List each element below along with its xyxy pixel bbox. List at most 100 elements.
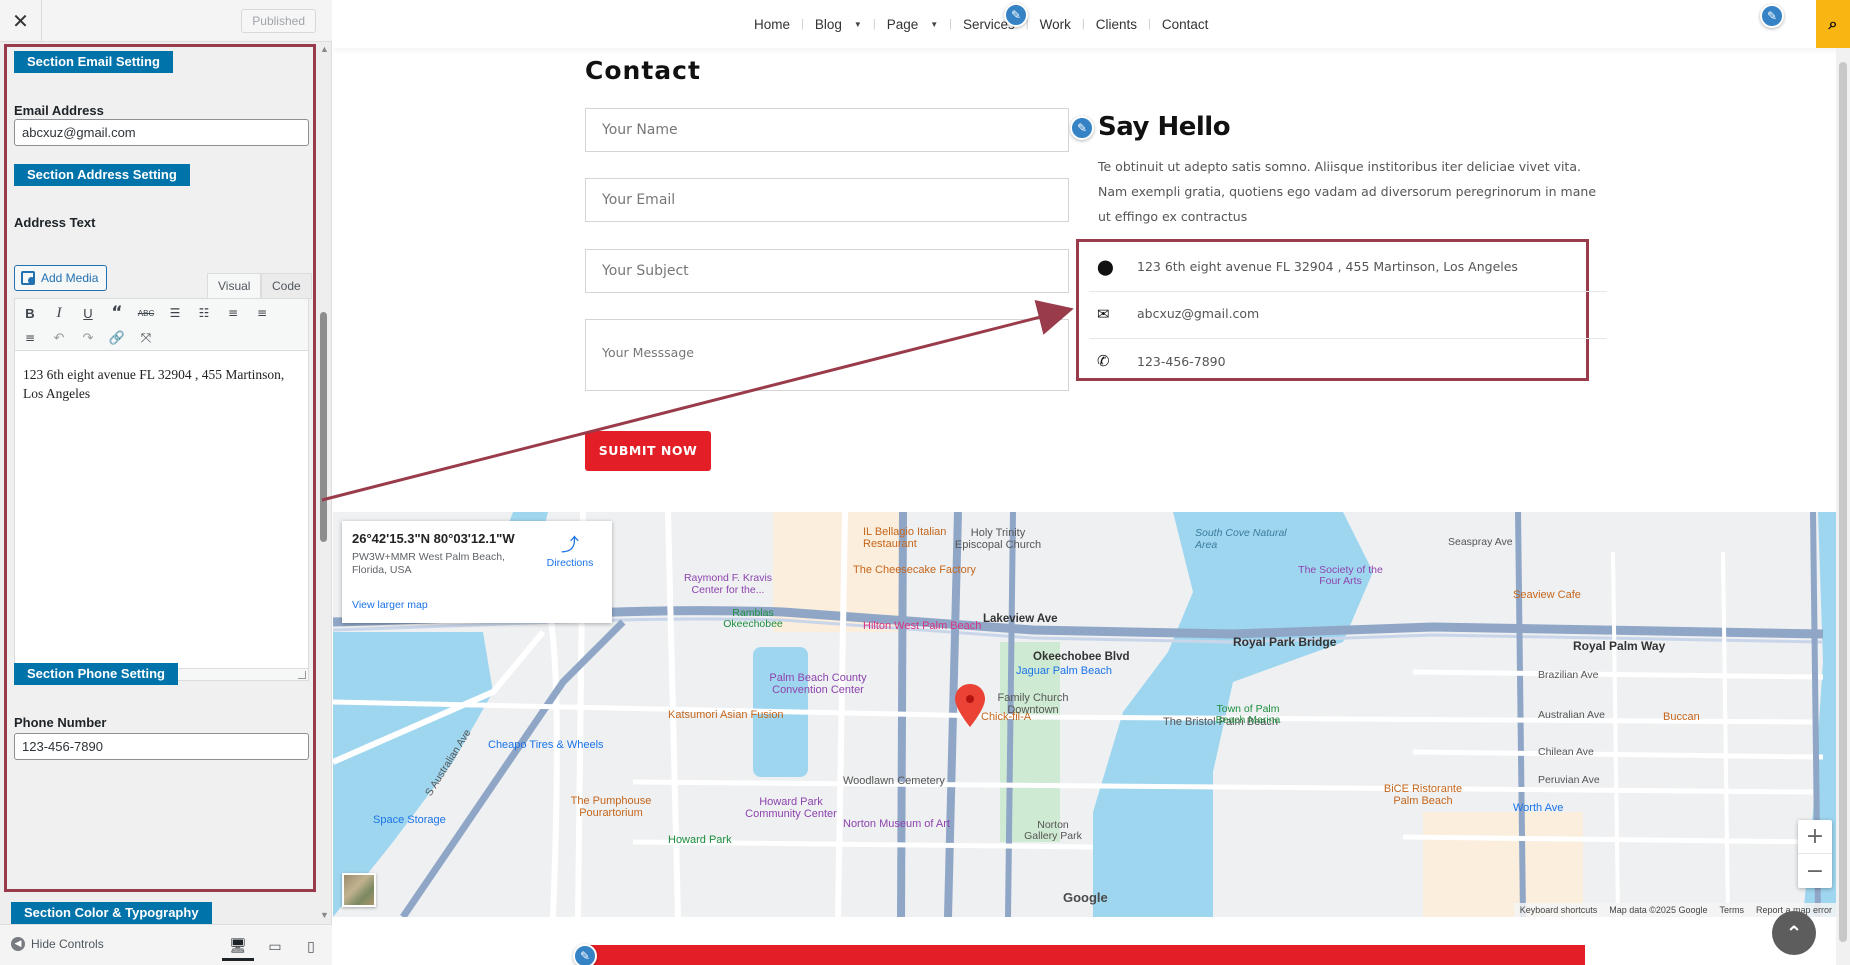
- scroll-thumb[interactable]: [1839, 62, 1847, 942]
- map-label: Norton Museum of Art: [843, 818, 950, 830]
- map-label: Buccan: [1663, 711, 1700, 723]
- map-label: Holy Trinity Episcopal Church: [954, 527, 1042, 551]
- tab-code[interactable]: Code: [261, 273, 312, 299]
- map-label: Brazilian Ave: [1538, 669, 1599, 681]
- close-icon[interactable]: ✕: [0, 0, 42, 42]
- map-label: Royal Palm Way: [1573, 639, 1666, 653]
- view-larger-map-link[interactable]: View larger map: [352, 599, 428, 611]
- zoom-out-button[interactable]: −: [1798, 854, 1832, 888]
- fullscreen-icon[interactable]: ⤧: [135, 327, 157, 349]
- nav-label: Clients: [1095, 16, 1138, 32]
- undo-icon[interactable]: ↶: [48, 327, 70, 349]
- numbered-list-icon[interactable]: ☷: [193, 302, 215, 324]
- scroll-up-icon[interactable]: ▲: [320, 44, 329, 54]
- scroll-thumb[interactable]: [320, 312, 327, 542]
- map-label: BiCE Ristorante Palm Beach: [1383, 783, 1463, 807]
- map-label: Katsumori Asian Fusion: [668, 709, 784, 721]
- map-label: The Society of the Four Arts: [1298, 564, 1383, 587]
- satellite-toggle[interactable]: [342, 873, 376, 907]
- italic-icon[interactable]: I: [48, 302, 70, 324]
- hide-controls-button[interactable]: ◀ Hide Controls: [11, 937, 104, 951]
- footer-red-bar: [585, 945, 1585, 965]
- nav-item-home[interactable]: Home: [743, 17, 801, 32]
- phone-text: 123-456-7890: [1137, 353, 1226, 369]
- edit-shortcut-icon[interactable]: ✎: [1760, 4, 1784, 28]
- tab-visual[interactable]: Visual: [207, 273, 262, 299]
- zoom-control: + −: [1798, 820, 1832, 888]
- preview-scrollbar[interactable]: [1836, 48, 1850, 965]
- address-editor[interactable]: 123 6th eight avenue FL 32904 , 455 Mart…: [14, 351, 309, 669]
- customizer-header: ✕ Published: [0, 0, 332, 42]
- nav-label: Page: [886, 16, 919, 32]
- desktop-icon[interactable]: 🖥: [222, 933, 254, 961]
- published-button[interactable]: Published: [241, 9, 316, 33]
- underline-icon[interactable]: U: [77, 302, 99, 324]
- caret-down-icon: ▼: [853, 19, 862, 29]
- align-right-icon[interactable]: ≡: [19, 327, 41, 349]
- link-icon[interactable]: 🔗: [106, 327, 128, 349]
- map-label: Norton Gallery Park: [1024, 819, 1082, 842]
- strikethrough-icon[interactable]: ABC: [135, 302, 157, 324]
- map-info-card: 26°42'15.3"N 80°03'12.1"W PW3W+MMR West …: [342, 521, 612, 623]
- zoom-in-button[interactable]: +: [1798, 820, 1832, 854]
- search-button[interactable]: ⌕: [1816, 0, 1850, 48]
- email-address-label: Email Address: [14, 103, 104, 118]
- nav-item-clients[interactable]: Clients: [1085, 17, 1148, 32]
- bullet-list-icon[interactable]: ☰: [164, 302, 186, 324]
- chevron-up-icon: ⌃: [1785, 921, 1803, 945]
- blockquote-icon[interactable]: “: [106, 302, 128, 324]
- nav-item-page[interactable]: Page ▼: [876, 17, 949, 32]
- edit-shortcut-icon[interactable]: ✎: [1070, 116, 1094, 140]
- email-input[interactable]: Your Email: [585, 178, 1069, 222]
- map-label: Okeechobee Blvd: [1033, 651, 1130, 663]
- nav-item-blog[interactable]: Blog ▼: [804, 17, 873, 32]
- subject-input[interactable]: Your Subject: [585, 249, 1069, 293]
- back-to-top-button[interactable]: ⌃: [1772, 911, 1816, 955]
- sidebar-scrollbar[interactable]: ▲ ▼: [318, 44, 330, 920]
- collapse-icon: ◀: [11, 937, 25, 951]
- tablet-icon[interactable]: ▭: [259, 933, 291, 961]
- phone-number-input[interactable]: [14, 733, 309, 760]
- terms-link[interactable]: Terms: [1719, 903, 1744, 917]
- email-address-input[interactable]: [14, 119, 309, 146]
- mobile-icon[interactable]: ▯: [295, 933, 327, 961]
- google-map[interactable]: Royal Park Bridge Royal Palm Way Okeecho…: [333, 512, 1838, 917]
- nav-label: Contact: [1161, 16, 1209, 32]
- envelope-icon: ✉: [1097, 304, 1110, 323]
- phone-number-label: Phone Number: [14, 715, 107, 730]
- bold-icon[interactable]: B: [19, 302, 41, 324]
- submit-button[interactable]: SUBMIT NOW: [585, 431, 711, 471]
- keyboard-shortcuts-link[interactable]: Keyboard shortcuts: [1520, 903, 1598, 917]
- redo-icon[interactable]: ↷: [77, 327, 99, 349]
- map-label: Chilean Ave: [1538, 746, 1594, 758]
- contact-info-box: ⬤ 123 6th eight avenue FL 32904 , 455 Ma…: [1076, 239, 1607, 381]
- edit-shortcut-icon[interactable]: ✎: [573, 944, 597, 965]
- map-label: Cheapo Tires & Wheels: [488, 739, 604, 751]
- add-media-button[interactable]: Add Media: [14, 265, 108, 291]
- address-text: 123 6th eight avenue FL 32904 , 455 Mart…: [1137, 259, 1518, 274]
- map-label: Raymond F. Kravis Center for the...: [683, 572, 773, 596]
- scroll-down-icon[interactable]: ▼: [320, 910, 329, 920]
- add-media-label: Add Media: [41, 271, 99, 285]
- name-input[interactable]: Your Name: [585, 108, 1069, 152]
- email-text: abcxuz@gmail.com: [1137, 306, 1260, 321]
- map-label: The Pumphouse Pourartorium: [570, 795, 652, 819]
- align-left-icon[interactable]: ≡: [222, 302, 244, 324]
- map-data-text: Map data ©2025 Google: [1609, 905, 1708, 915]
- align-center-icon[interactable]: ≡: [251, 302, 273, 324]
- nav-item-contact[interactable]: Contact: [1151, 17, 1220, 32]
- nav-label: Blog: [814, 16, 842, 32]
- directions-label: Directions: [546, 557, 594, 569]
- message-textarea[interactable]: Your Messsage: [585, 319, 1069, 391]
- contact-title: Contact: [585, 56, 701, 85]
- map-label: Worth Ave: [1513, 802, 1564, 814]
- media-icon: [21, 271, 36, 285]
- edit-shortcut-icon[interactable]: ✎: [1004, 3, 1028, 27]
- nav-item-work[interactable]: Work: [1029, 17, 1082, 32]
- section-color-title: Section Color & Typography: [11, 902, 212, 924]
- map-label: Seaview Cafe: [1513, 589, 1581, 601]
- directions-button[interactable]: ⤴ Directions: [540, 531, 600, 569]
- phone-icon: ✆: [1097, 352, 1110, 370]
- map-label: Howard Park: [668, 834, 732, 846]
- map-label: IL Bellagio Italian Restaurant: [863, 526, 947, 550]
